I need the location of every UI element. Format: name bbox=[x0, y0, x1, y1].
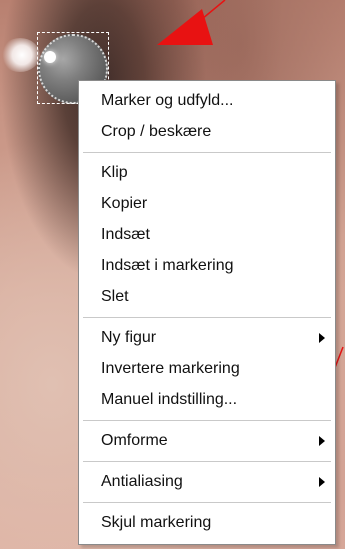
menu-item-label: Marker og udfyld... bbox=[101, 92, 234, 109]
menu-item-manuel-indstilling[interactable]: Manuel indstilling... bbox=[79, 384, 335, 415]
menu-separator bbox=[83, 152, 331, 153]
menu-item-invertere-markering[interactable]: Invertere markering bbox=[79, 353, 335, 384]
menu-separator bbox=[83, 461, 331, 462]
menu-item-label: Skjul markering bbox=[101, 514, 212, 531]
chevron-right-icon bbox=[319, 477, 325, 487]
menu-item-label: Indsæt bbox=[101, 226, 150, 243]
menu-separator bbox=[83, 502, 331, 503]
menu-item-label: Kopier bbox=[101, 195, 148, 212]
eye-white bbox=[0, 38, 40, 72]
menu-item-label: Klip bbox=[101, 164, 128, 181]
menu-item-label: Invertere markering bbox=[101, 360, 240, 377]
menu-item-indsaet-i-markering[interactable]: Indsæt i markering bbox=[79, 250, 335, 281]
menu-item-kopier[interactable]: Kopier bbox=[79, 188, 335, 219]
menu-item-label: Omforme bbox=[101, 432, 168, 449]
menu-item-label: Indsæt i markering bbox=[101, 257, 234, 274]
chevron-right-icon bbox=[319, 333, 325, 343]
menu-item-label: Slet bbox=[101, 288, 129, 305]
menu-item-crop-beskaere[interactable]: Crop / beskære bbox=[79, 116, 335, 147]
photo-canvas[interactable]: Marker og udfyld... Crop / beskære Klip Kop… bbox=[0, 0, 345, 549]
menu-item-label: Crop / beskære bbox=[101, 123, 212, 140]
menu-separator bbox=[83, 317, 331, 318]
menu-item-klip[interactable]: Klip bbox=[79, 157, 335, 188]
menu-item-label: Manuel indstilling... bbox=[101, 391, 238, 408]
menu-item-slet[interactable]: Slet bbox=[79, 281, 335, 312]
menu-item-label: Ny figur bbox=[101, 329, 157, 346]
menu-item-omforme[interactable]: Omforme bbox=[79, 425, 335, 456]
chevron-right-icon bbox=[319, 436, 325, 446]
menu-item-label: Antialiasing bbox=[101, 473, 183, 490]
menu-item-indsaet[interactable]: Indsæt bbox=[79, 219, 335, 250]
menu-item-marker-og-udfyld[interactable]: Marker og udfyld... bbox=[79, 85, 335, 116]
menu-separator bbox=[83, 420, 331, 421]
menu-item-antialiasing[interactable]: Antialiasing bbox=[79, 466, 335, 497]
menu-item-ny-figur[interactable]: Ny figur bbox=[79, 322, 335, 353]
context-menu: Marker og udfyld... Crop / beskære Klip Kop… bbox=[78, 80, 336, 545]
menu-item-skjul-markering[interactable]: Skjul markering bbox=[79, 507, 335, 538]
